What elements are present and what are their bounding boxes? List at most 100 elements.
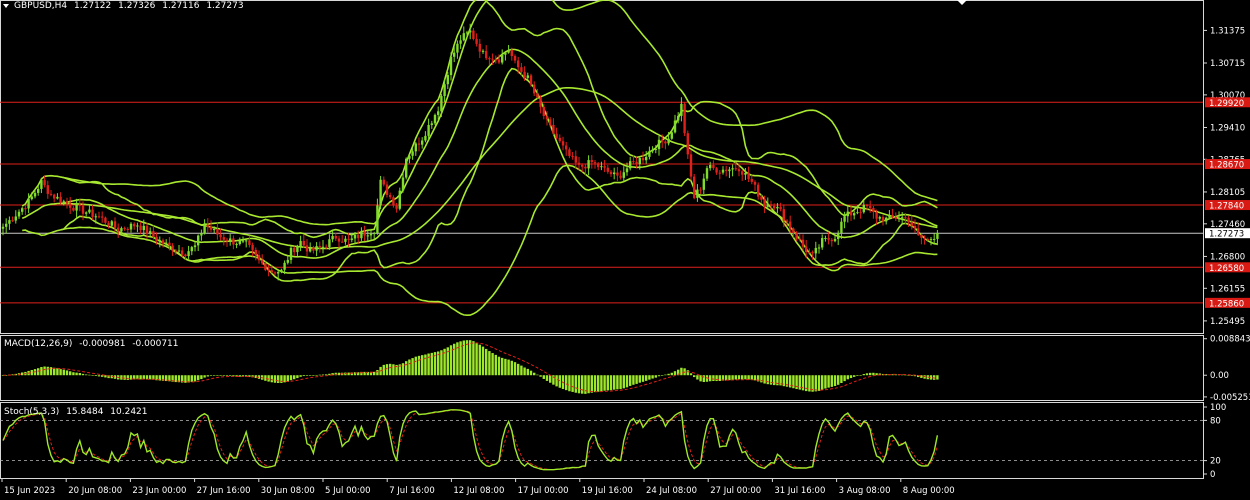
low-value: 1.27116 (162, 1, 200, 11)
macd-histogram-bar (206, 375, 209, 377)
macd-histogram-bar (526, 368, 529, 376)
candle-body (193, 245, 197, 248)
close-value: 1.27273 (206, 1, 244, 11)
macd-histogram-bar (590, 375, 593, 393)
macd-histogram-bar (40, 367, 43, 376)
candle-body (235, 244, 238, 246)
macd-histogram-bar (59, 369, 62, 376)
candle-body (325, 246, 328, 248)
macd-histogram-bar (417, 355, 421, 376)
symbol-label: GBPUSD,H4 (14, 1, 68, 11)
macd-histogram-bar (769, 375, 773, 385)
macd-histogram-bar (494, 354, 497, 376)
macd-histogram-bar (817, 375, 821, 391)
candle-body (219, 234, 222, 238)
macd-histogram-bar (385, 364, 389, 376)
macd-histogram-bar (88, 374, 91, 376)
candle-body (497, 59, 501, 63)
macd-histogram-bar (731, 375, 734, 380)
symbol-menu-caret-icon[interactable] (3, 4, 9, 8)
macd-histogram-bar (75, 372, 78, 376)
macd-histogram-bar (670, 372, 673, 376)
price-tick-label: 1.31375 (1210, 26, 1245, 36)
macd-histogram-bar (645, 375, 648, 381)
macd-histogram-bar (209, 375, 213, 376)
macd-histogram-bar (81, 373, 85, 376)
chart-shift-marker-icon[interactable] (957, 0, 967, 5)
macd-histogram-bar (619, 375, 622, 390)
open-value: 1.27122 (74, 1, 112, 11)
candle-body (149, 231, 152, 234)
candle-body (472, 30, 475, 40)
macd-histogram-bar (501, 357, 504, 376)
macd-histogram-bar (517, 363, 520, 376)
macd-histogram-bar (814, 375, 817, 392)
candle-body (357, 234, 360, 239)
time-tick-label: 24 Jul 08:00 (646, 486, 697, 496)
candle-body (270, 270, 273, 273)
candle-body (561, 141, 565, 146)
candle-body (744, 173, 747, 175)
macd-histogram-bar (667, 373, 670, 376)
candle-body (222, 237, 225, 240)
macd-histogram-bar (302, 375, 305, 377)
macd-histogram-bar (293, 375, 296, 380)
macd-histogram-bar (641, 375, 645, 382)
candle-body (542, 106, 545, 116)
macd-histogram-bar (475, 342, 478, 376)
time-tick-label: 7 Jul 16:00 (389, 486, 435, 496)
candle-body (513, 56, 517, 61)
candle-body (433, 114, 437, 124)
macd-histogram-bar (126, 375, 129, 380)
candle-body (283, 262, 286, 270)
candles-group (1, 23, 939, 281)
macd-histogram-bar (94, 375, 97, 377)
candle-body (728, 169, 731, 172)
level-price-label: 1.27273 (1209, 230, 1244, 240)
candle-body (568, 149, 571, 157)
macd-histogram-bar (312, 375, 315, 376)
macd-histogram-bar (481, 346, 485, 376)
macd-histogram-bar (568, 375, 571, 392)
macd-histogram-bar (712, 375, 715, 382)
macd-histogram-bar (737, 375, 741, 380)
candle-body (17, 211, 21, 217)
macd-histogram-bar (296, 375, 299, 379)
macd-histogram-bar (837, 375, 840, 385)
candle-body (277, 272, 280, 274)
candle-body (299, 240, 302, 247)
stoch-tick-label: 100 (1210, 403, 1226, 413)
candle-body (606, 167, 609, 172)
macd-histogram-bar (277, 375, 280, 384)
macd-histogram-bar (661, 375, 664, 376)
candle-body (456, 43, 459, 53)
macd-histogram-bar (853, 375, 856, 377)
candle-body (769, 204, 773, 206)
candle-body (843, 216, 846, 222)
candle-body (120, 228, 123, 232)
time-tick-label: 8 Aug 00:00 (903, 486, 955, 496)
macd-histogram-bar (213, 375, 216, 376)
macd-histogram-bar (389, 363, 392, 376)
candle-body (88, 209, 91, 213)
candle-body (494, 59, 497, 61)
candle-body (337, 238, 341, 242)
macd-histogram-bar (773, 375, 776, 386)
candle-body (449, 56, 453, 76)
candle-body (897, 218, 901, 220)
macd-histogram-bar (43, 366, 46, 376)
candle-body (27, 199, 30, 209)
candle-body (465, 32, 469, 34)
macd-histogram-bar (651, 375, 654, 379)
candle-body (609, 171, 613, 175)
macd-histogram-bar (529, 370, 533, 376)
trading-chart[interactable]: 1.313751.307151.300701.294101.287651.281… (0, 0, 1250, 500)
candle-body (296, 246, 299, 253)
candle-body (312, 247, 315, 251)
candle-body (347, 238, 350, 241)
candle-body (117, 227, 120, 232)
candle-body (533, 84, 536, 94)
candle-body (766, 204, 769, 207)
candle-body (593, 162, 597, 164)
candle-body (165, 242, 168, 244)
